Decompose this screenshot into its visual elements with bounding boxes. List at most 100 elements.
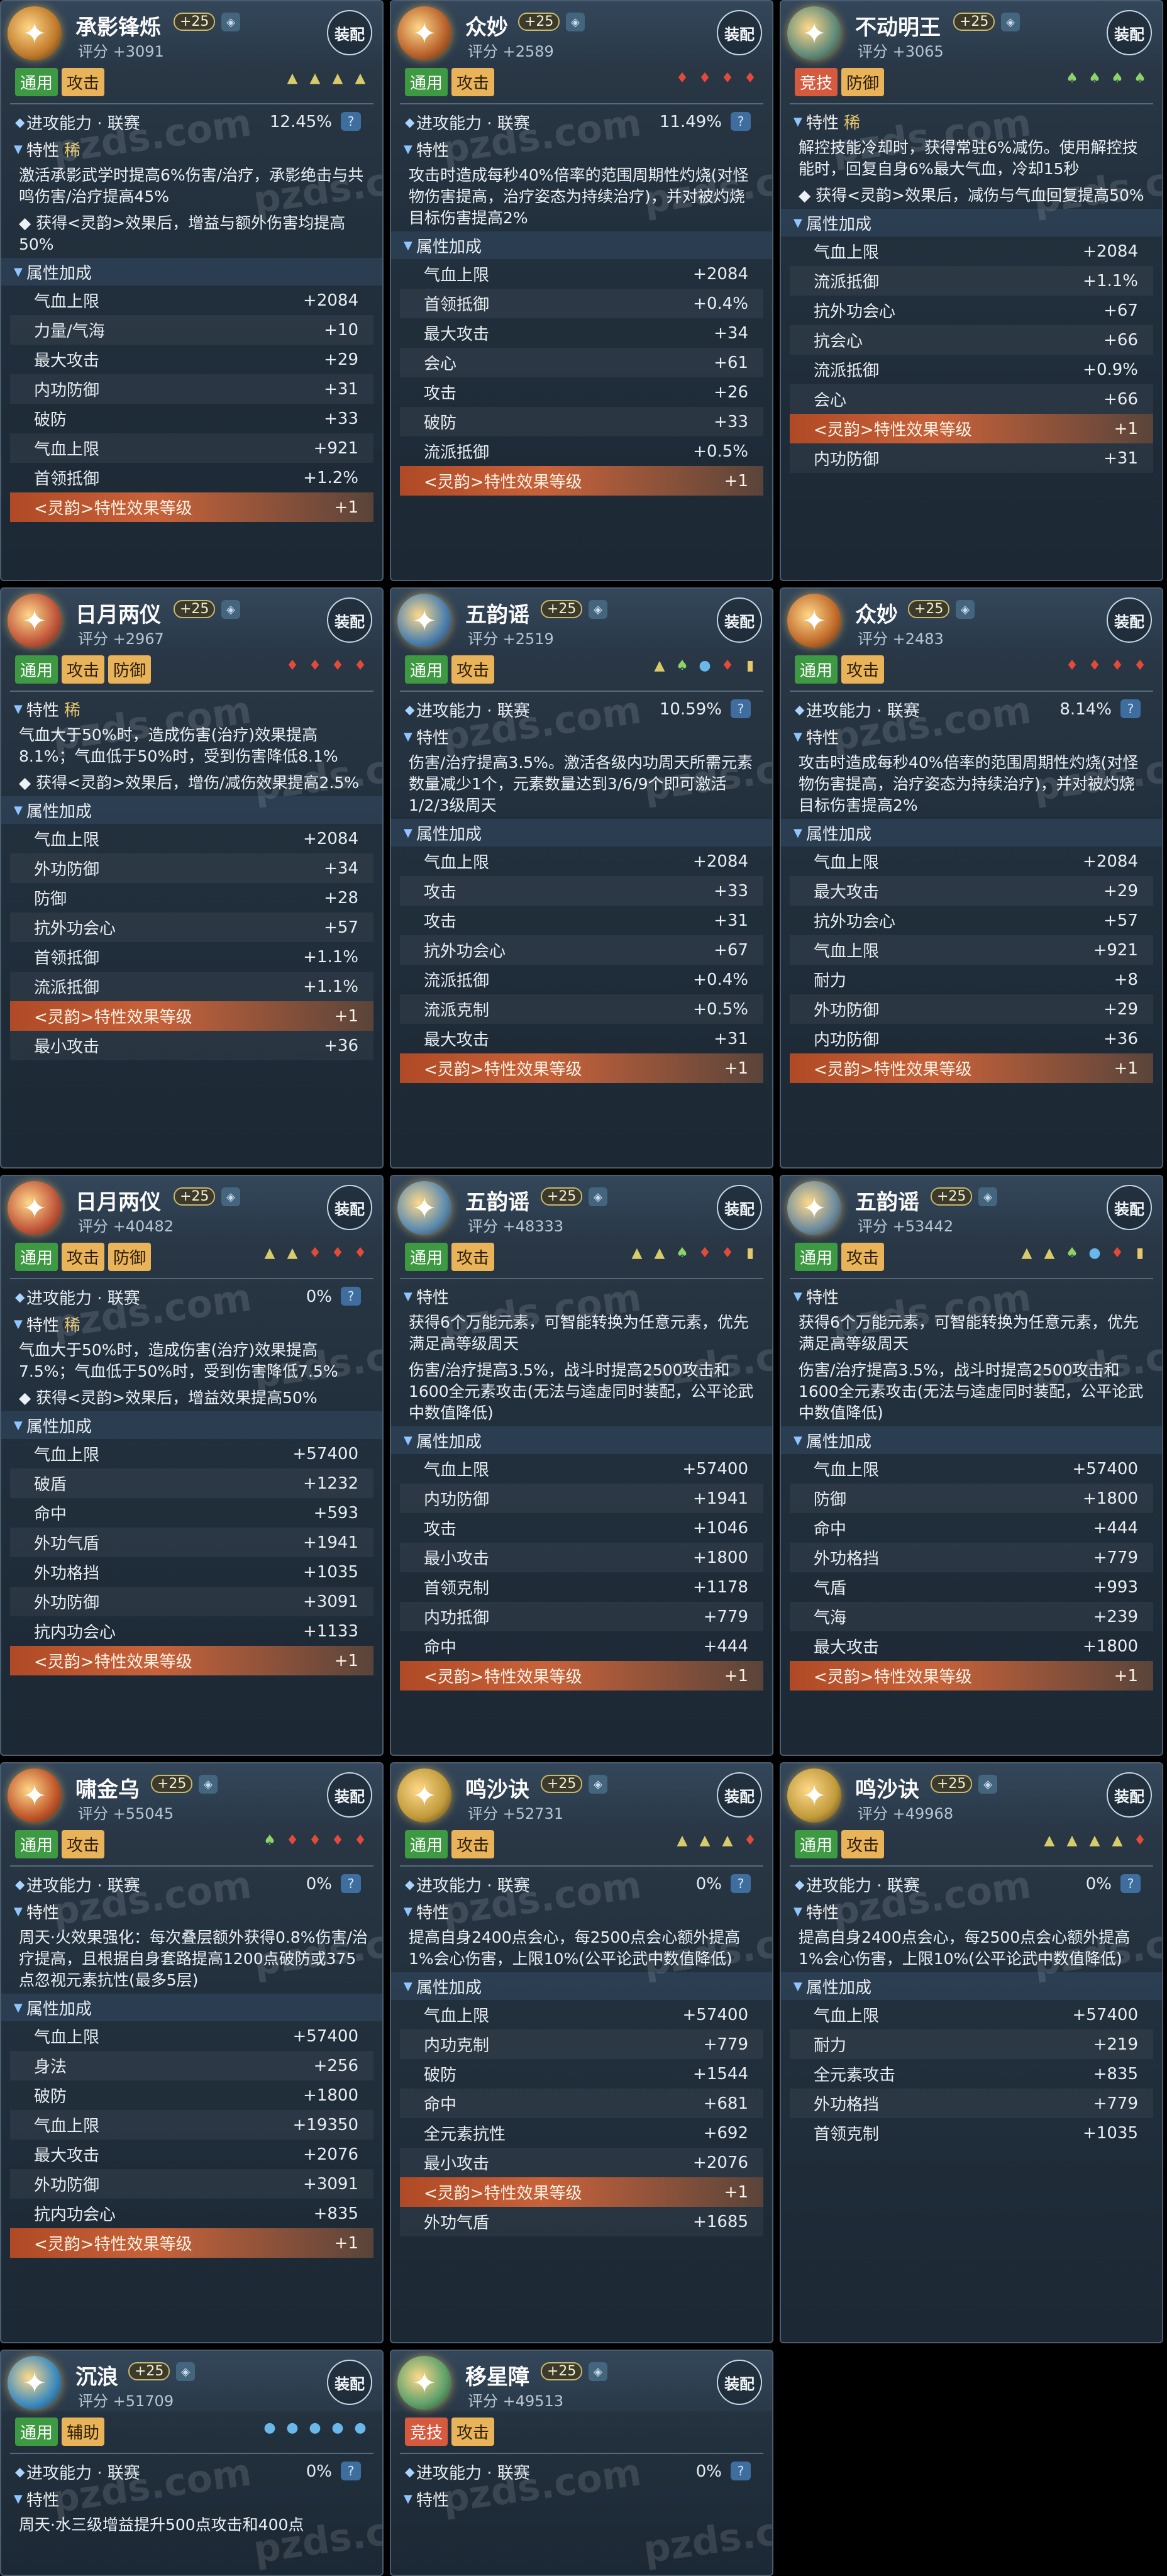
attribute-row: <灵韵>特性效果等级 +1 [400,1053,763,1083]
help-icon[interactable]: ? [731,699,751,718]
trait-description: 获得6个万能元素，可智能转换为任意元素，优先满足高等级周天 [799,1313,1139,1353]
category-tag: 通用 [795,1830,838,1858]
equipment-card[interactable]: ✦ 鸣沙诀 +25 ◈ 评分 +49968 装配 通用 攻击 ▲ ▲ ▲ ▲ ♦ ◆ 进攻能力 · 联赛 0%… [780,1762,1163,2343]
attributes-header[interactable]: ▼ 属性加成 [1,258,382,286]
trait-header[interactable]: ▼ 特性 [781,1898,1162,1924]
equip-button[interactable]: 装配 [717,2360,762,2405]
equip-button[interactable]: 装配 [717,10,762,55]
fire-gem-icon: ♦ [721,70,734,86]
equipment-card[interactable]: ✦ 承影锋烁 +25 ◈ 评分 +3091 装配 通用 攻击 ▲ ▲ ▲ ▲ ◆ 进攻能力 · 联赛 12.… [0,0,384,581]
attribute-value: +2084 [693,852,748,871]
attribute-list: 气血上限 +2084 攻击 +33 攻击 +31 抗外功会心 +67 流派抵御 +0.4% 流派克制… [391,847,772,1083]
equipment-card[interactable]: ✦ 啸金乌 +25 ◈ 评分 +55045 装配 通用 攻击 ♠ ♦ ♦ ♦ ♦ ◆ 进攻能力 · 联赛 0%… [0,1762,384,2343]
equip-button[interactable]: 装配 [327,597,372,643]
equipment-card[interactable]: ✦ 五韵谣 +25 ◈ 评分 +2519 装配 通用 攻击 ▲ ♠ ● ♦ ▮ ◆ 进攻能力 · 联赛 10.… [390,587,773,1169]
attributes-header[interactable]: ▼ 属性加成 [781,1972,1162,2000]
attributes-header[interactable]: ▼ 属性加成 [391,819,772,847]
trait-header[interactable]: ▼ 特性 [391,136,772,162]
equipment-card[interactable]: ✦ 日月两仪 +25 ◈ 评分 +40482 装配 通用 攻击 防御 ▲ ▲ ♦ ♦ ♦ ◆ 进攻能力 · 联… [0,1175,384,1756]
help-icon[interactable]: ? [341,1874,361,1893]
trait-header[interactable]: ▼ 特性 [1,2485,382,2512]
equip-button[interactable]: 装配 [1107,597,1152,643]
help-icon[interactable]: ? [731,2462,751,2480]
trait-header[interactable]: ▼ 特性 [391,1283,772,1309]
attributes-header[interactable]: ▼ 属性加成 [1,1411,382,1439]
equipment-card[interactable]: ✦ 沉浪 +25 ◈ 评分 +51709 装配 通用 辅助 ● ● ● ● ● ◆ 进攻能力 · 联赛 0%?… [0,2350,384,2576]
gem-slots: ● ● ● ● ● [263,2420,367,2436]
trait-header[interactable]: ▼ 特性稀 [1,696,382,722]
trait-header[interactable]: ▼ 特性 [781,1283,1162,1309]
hat-gem-icon: ▮ [1136,1245,1144,1261]
trait-header[interactable]: ▼ 特性稀 [1,1311,382,1337]
equip-button[interactable]: 装配 [327,1772,372,1818]
attribute-name: 气血上限 [424,1461,490,1480]
equip-button[interactable]: 装配 [327,1185,372,1230]
leaf-gem-icon: ♠ [1111,70,1124,86]
help-icon[interactable]: ? [731,1874,751,1893]
trait-header[interactable]: ▼ 特性 [781,723,1162,750]
equipment-card[interactable]: ✦ 不动明王 +25 ◈ 评分 +3065 装配 竞技 防御 ♠ ♠ ♠ ♠ ▼ 特性稀解控技能冷却时，获… [780,0,1163,581]
trait-header[interactable]: ▼ 特性 [1,1898,382,1924]
equipment-card[interactable]: ✦ 移星障 +25 ◈ 评分 +49513 装配 竞技 攻击 ◆ 进攻能力 · 联赛 0%? ▼ 特性 p… [390,2350,773,2576]
category-tag: 攻击 [62,1243,105,1271]
attribute-name: 最大攻击 [34,2146,100,2165]
equip-button[interactable]: 装配 [1107,10,1152,55]
trait-header[interactable]: ▼ 特性稀 [781,108,1162,135]
equip-button[interactable]: 装配 [327,2360,372,2405]
equipment-card[interactable]: ✦ 五韵谣 +25 ◈ 评分 +53442 装配 通用 攻击 ▲ ▲ ♠ ● ♦ ▮ ▼ 特性 获得6个万能元素… [780,1175,1163,1756]
attack-ability-row: ◆ 进攻能力 · 联赛 0%? [391,1870,772,1898]
trait-header[interactable]: ▼ 特性 [391,2485,772,2512]
card-avatar-icon: ✦ [787,6,841,60]
fire-gem-icon: ♦ [1066,658,1078,674]
attributes-header[interactable]: ▼ 属性加成 [391,1972,772,2000]
equipment-card[interactable]: ✦ 日月两仪 +25 ◈ 评分 +2967 装配 通用 攻击 防御 ♦ ♦ ♦ ♦ ▼ 特性稀气血大于50%… [0,587,384,1169]
attribute-value: +66 [1103,330,1138,350]
attributes-header[interactable]: ▼ 属性加成 [781,819,1162,847]
level-badge: +25 [518,13,560,31]
trait-header[interactable]: ▼ 特性 [391,1898,772,1924]
tri-gem-icon: ▲ [654,1245,665,1261]
help-icon[interactable]: ? [731,112,751,131]
help-icon[interactable]: ? [341,112,361,131]
equipment-card[interactable]: ✦ 五韵谣 +25 ◈ 评分 +48333 装配 通用 攻击 ▲ ▲ ♠ ♦ ♦ ▮ ▼ 特性 获得6个万能元素… [390,1175,773,1756]
attribute-name: 全元素攻击 [814,2066,896,2085]
attribute-value: +1 [334,1651,358,1670]
card-header: ✦ 日月两仪 +25 ◈ 评分 +2967 装配 [1,589,382,649]
equipment-card[interactable]: ✦ 鸣沙诀 +25 ◈ 评分 +52731 装配 通用 攻击 ▲ ▲ ▲ ♦ ◆ 进攻能力 · 联赛 0%?… [390,1762,773,2343]
equip-button[interactable]: 装配 [1107,1772,1152,1818]
equip-button[interactable]: 装配 [717,1185,762,1230]
trait-header[interactable]: ▼ 特性稀 [1,136,382,162]
attributes-header[interactable]: ▼ 属性加成 [391,231,772,259]
attributes-header[interactable]: ▼ 属性加成 [391,1426,772,1454]
attack-ability-value: 0% [695,1875,722,1894]
equipment-card[interactable]: ✦ 众妙 +25 ◈ 评分 +2589 装配 通用 攻击 ♦ ♦ ♦ ♦ ◆ 进攻能力 · 联赛 11.49… [390,0,773,581]
score-text: 评分 +2967 [78,630,164,648]
attribute-list: 气血上限 +57400 内功克制 +779 破防 +1544 命中 +681 全元素抗性 +692… [391,2000,772,2236]
equip-button[interactable]: 装配 [717,1772,762,1818]
help-icon[interactable]: ? [341,2462,361,2480]
leaf-gem-icon: ♠ [263,1833,276,1848]
tag-list: 通用 攻击 [405,1826,495,1858]
attack-ability-value: 0% [306,1875,332,1894]
card-name: 不动明王 [855,15,941,40]
attributes-header[interactable]: ▼ 属性加成 [1,1994,382,2021]
fire-gem-icon: ♦ [1111,1245,1124,1261]
equip-button[interactable]: 装配 [327,10,372,55]
equipment-card[interactable]: ✦ 众妙 +25 ◈ 评分 +2483 装配 通用 攻击 ♦ ♦ ♦ ♦ ◆ 进攻能力 · 联赛 8.14%… [780,587,1163,1169]
equip-button[interactable]: 装配 [717,597,762,643]
attributes-header[interactable]: ▼ 属性加成 [781,209,1162,236]
divider [400,1278,763,1279]
attribute-name: 最大攻击 [424,1031,490,1050]
attribute-name: 气血上限 [34,1446,100,1465]
attribute-name: <灵韵>特性效果等级 [814,1060,972,1079]
help-icon[interactable]: ? [1120,699,1141,718]
help-icon[interactable]: ? [341,1287,361,1306]
attribute-name: <灵韵>特性效果等级 [34,1008,192,1027]
trait-header[interactable]: ▼ 特性 [391,723,772,750]
equip-button[interactable]: 装配 [1107,1185,1152,1230]
attributes-header[interactable]: ▼ 属性加成 [781,1426,1162,1454]
attribute-value: +67 [714,940,748,960]
card-avatar-icon: ✦ [8,1768,62,1823]
attributes-header[interactable]: ▼ 属性加成 [1,796,382,824]
help-icon[interactable]: ? [1120,1874,1141,1893]
